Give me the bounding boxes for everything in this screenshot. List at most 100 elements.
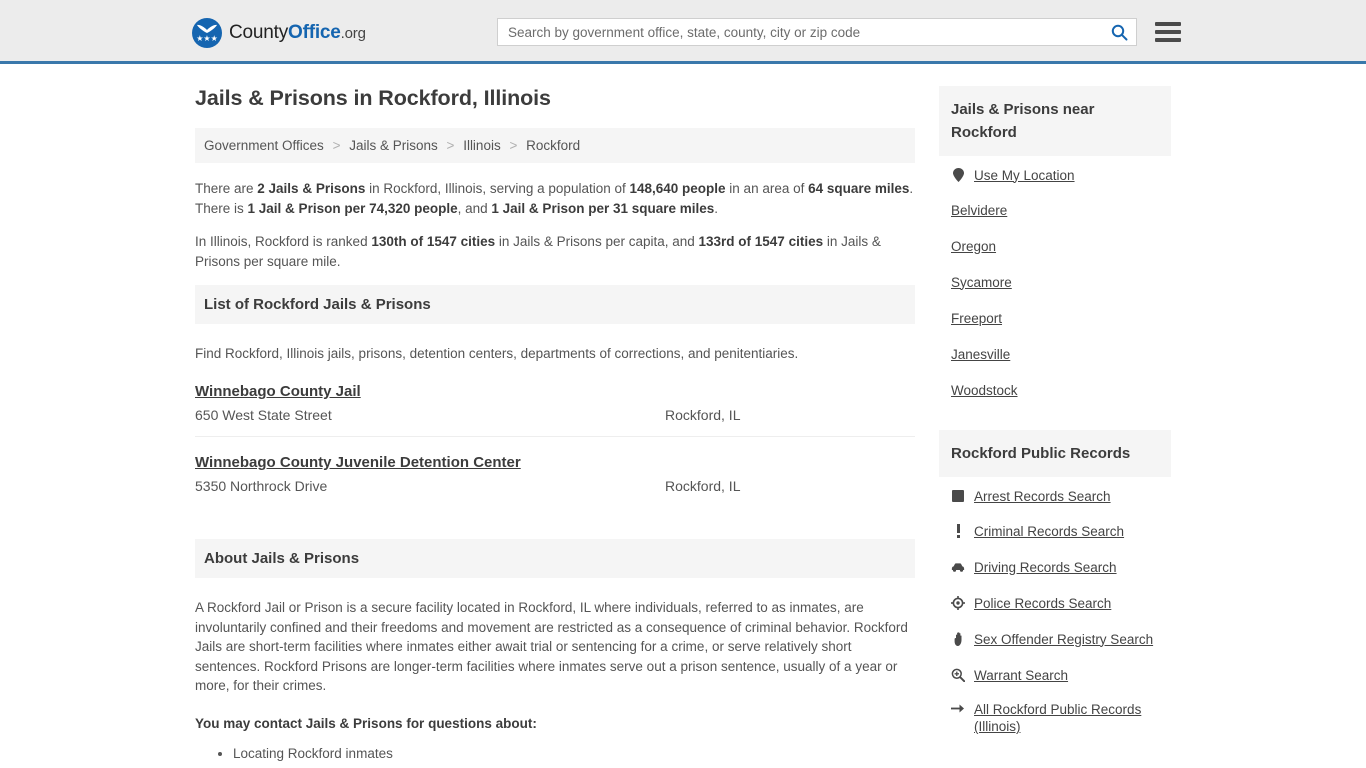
breadcrumb-separator: > (332, 138, 341, 153)
sidebar-item-janesville[interactable]: Janesville (939, 336, 1171, 372)
intro-p1-a: There are (195, 181, 258, 196)
sidebar-item-belvidere[interactable]: Belvidere (939, 192, 1171, 228)
hand-svg (954, 632, 961, 646)
magnifier-plus-icon (951, 668, 965, 682)
breadcrumb-separator: > (446, 138, 455, 153)
sidebar-link-label[interactable]: All Rockford Public Records (Illinois) (974, 701, 1171, 735)
listing-address: 5350 Northrock Drive (195, 478, 328, 494)
sidebar-item-driving-records[interactable]: Driving Records Search (939, 549, 1171, 585)
police-badge-icon (951, 596, 965, 610)
police-badge-svg (951, 596, 965, 610)
sidebar-item-arrest-records[interactable]: Arrest Records Search (939, 477, 1171, 513)
fingerprint-square-icon (951, 489, 965, 503)
sidebar-near-heading: Jails & Prisons near Rockford (939, 86, 1171, 156)
sidebar: Jails & Prisons near Rockford Use My Loc… (939, 86, 1171, 768)
jails-listing: Winnebago County Jail 650 West State Str… (195, 383, 915, 507)
listing-address: 650 West State Street (195, 407, 332, 423)
sidebar-item-criminal-records[interactable]: Criminal Records Search (939, 513, 1171, 549)
intro-paragraph-1: There are 2 Jails & Prisons in Rockford,… (195, 179, 915, 219)
listing-city: Rockford, IL (665, 478, 741, 494)
sidebar-link-label[interactable]: Sycamore (951, 275, 1012, 290)
car-svg (951, 562, 965, 572)
exclamation-icon (951, 524, 965, 538)
site-header: ★★★ CountyOffice.org (0, 0, 1366, 64)
sidebar-item-woodstock[interactable]: Woodstock (939, 372, 1171, 408)
intro-p2-c: in Jails & Prisons per capita, and (495, 234, 699, 249)
intro-p1-population: 148,640 people (629, 181, 726, 196)
about-section-body: A Rockford Jail or Prison is a secure fa… (195, 598, 915, 768)
sidebar-item-sycamore[interactable]: Sycamore (939, 264, 1171, 300)
sidebar-link-label[interactable]: Warrant Search (974, 668, 1068, 683)
listing-city: Rockford, IL (665, 407, 741, 423)
car-icon (951, 560, 965, 574)
fingerprint-square-svg (952, 490, 964, 502)
sidebar-link-label[interactable]: Freeport (951, 311, 1002, 326)
about-paragraph: A Rockford Jail or Prison is a secure fa… (195, 600, 908, 693)
hamburger-bar-2 (1155, 30, 1181, 34)
sidebar-link-label[interactable]: Arrest Records Search (974, 489, 1111, 504)
breadcrumb-separator: > (509, 138, 518, 153)
logo-wordmark: CountyOffice.org (229, 22, 366, 44)
site-logo[interactable]: ★★★ CountyOffice.org (192, 18, 366, 48)
search-button[interactable] (1102, 19, 1136, 45)
sidebar-public-records-list: Arrest Records Search Criminal Records S… (939, 477, 1171, 734)
magnifier-plus-svg (951, 668, 965, 682)
breadcrumb-item-illinois[interactable]: Illinois (463, 138, 501, 153)
search-input[interactable] (498, 19, 1102, 45)
logo-text-office: Office (288, 22, 341, 43)
sidebar-item-all-public-records[interactable]: All Rockford Public Records (Illinois) (939, 693, 1171, 734)
logo-text-county: County (229, 22, 289, 43)
list-section-heading: List of Rockford Jails & Prisons (195, 285, 915, 324)
intro-p2-rank-capita: 130th of 1547 cities (371, 234, 496, 249)
sidebar-link-label[interactable]: Driving Records Search (974, 560, 1117, 575)
breadcrumb-item-government-offices[interactable]: Government Offices (204, 138, 324, 153)
page-body: Jails & Prisons in Rockford, Illinois Go… (0, 64, 1366, 768)
sidebar-item-oregon[interactable]: Oregon (939, 228, 1171, 264)
list-section-description: Find Rockford, Illinois jails, prisons, … (195, 346, 799, 361)
sidebar-link-label[interactable]: Belvidere (951, 203, 1007, 218)
map-pin-svg (952, 168, 964, 182)
eagle-wing-shape (196, 24, 218, 34)
sidebar-link-label[interactable]: Police Records Search (974, 596, 1111, 611)
sidebar-link-label[interactable]: Janesville (951, 347, 1010, 362)
logo-text-org: .org (340, 25, 366, 42)
listing-detail-line: 5350 Northrock Drive Rockford, IL (195, 478, 915, 494)
arrow-right-svg (951, 704, 964, 712)
exclamation-svg (956, 524, 960, 538)
hamburger-bar-3 (1155, 38, 1181, 42)
breadcrumb-item-jails-prisons[interactable]: Jails & Prisons (349, 138, 438, 153)
eagle-seal-icon: ★★★ (192, 18, 222, 48)
sidebar-link-label[interactable]: Woodstock (951, 383, 1018, 398)
listing-name-link[interactable]: Winnebago County Juvenile Detention Cent… (195, 454, 521, 471)
intro-p2-a: In Illinois, Rockford is ranked (195, 234, 372, 249)
search-box[interactable] (497, 18, 1137, 46)
intro-p1-per-area: 1 Jail & Prison per 31 square miles (491, 201, 715, 216)
sidebar-item-use-my-location[interactable]: Use My Location (939, 156, 1171, 192)
hamburger-menu-icon[interactable] (1155, 20, 1181, 44)
table-row: Winnebago County Jail 650 West State Str… (195, 383, 915, 437)
main-content-column: Jails & Prisons in Rockford, Illinois Go… (195, 86, 915, 768)
intro-p1-count: 2 Jails & Prisons (257, 181, 366, 196)
sidebar-link-label[interactable]: Oregon (951, 239, 996, 254)
sidebar-item-freeport[interactable]: Freeport (939, 300, 1171, 336)
sidebar-item-warrant-search[interactable]: Warrant Search (939, 657, 1171, 693)
three-stars-icon: ★★★ (196, 34, 218, 43)
hamburger-bar-1 (1155, 22, 1181, 26)
intro-statistics: There are 2 Jails & Prisons in Rockford,… (195, 179, 915, 272)
breadcrumb-item-rockford[interactable]: Rockford (526, 138, 580, 153)
contact-topics-list: Locating Rockford inmates Finding out wh… (195, 742, 915, 768)
intro-p1-per-people: 1 Jail & Prison per 74,320 people (247, 201, 458, 216)
sidebar-item-police-records[interactable]: Police Records Search (939, 585, 1171, 621)
intro-p2-rank-area: 133rd of 1547 cities (698, 234, 824, 249)
sidebar-link-label[interactable]: Criminal Records Search (974, 524, 1124, 539)
sidebar-item-sex-offender-registry[interactable]: Sex Offender Registry Search (939, 621, 1171, 657)
arrow-right-icon (951, 701, 965, 715)
sidebar-link-label[interactable]: Sex Offender Registry Search (974, 632, 1153, 647)
sidebar-link-label[interactable]: Use My Location (974, 168, 1075, 183)
intro-p1-c: in Rockford, Illinois, serving a populat… (365, 181, 630, 196)
listing-name-link[interactable]: Winnebago County Jail (195, 383, 361, 400)
list-item: Locating Rockford inmates (233, 742, 915, 765)
breadcrumb: Government Offices > Jails & Prisons > I… (195, 128, 915, 163)
sidebar-records-heading: Rockford Public Records (939, 430, 1171, 477)
hand-icon (951, 632, 965, 646)
